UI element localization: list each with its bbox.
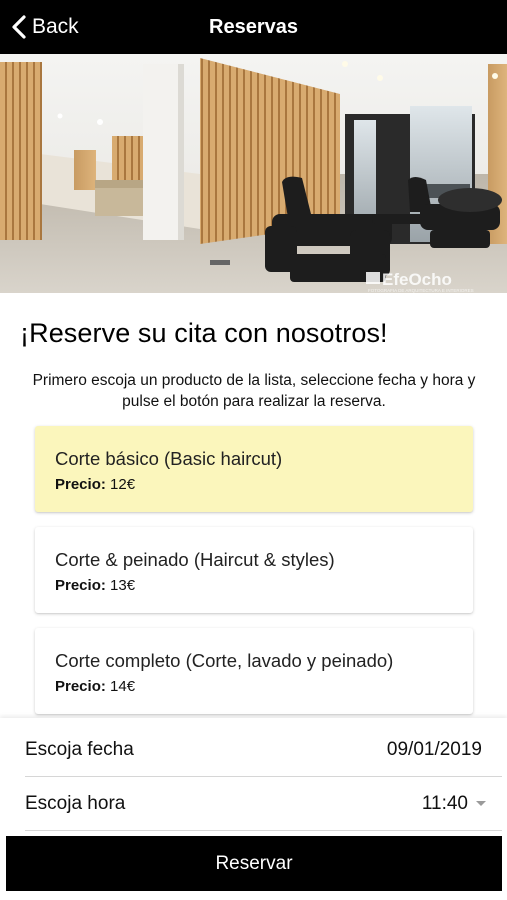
date-label: Escoja fecha [25,739,134,760]
intro-text: Primero escoja un producto de la lista, … [32,372,476,410]
time-select[interactable]: Escoja hora 11:40 [25,777,502,831]
time-value: 11:40 [421,793,468,814]
chevron-left-icon [12,15,26,39]
product-price: Precio: 14€ [55,678,135,695]
date-value: 09/01/2019 [386,739,482,760]
date-picker[interactable]: Escoja fecha 09/01/2019 [25,723,502,777]
hero-image: EfeOcho FOTOGRAFIA DE ARQUITECTURA E INT… [0,54,507,293]
product-card-basic-haircut[interactable]: Corte básico (Basic haircut) Precio: 12€ [35,426,473,512]
back-button[interactable]: Back [10,0,79,54]
dropdown-caret-icon [476,801,486,806]
price-label: Precio: [55,476,106,493]
product-name: Corte & peinado (Haircut & styles) [55,549,335,570]
back-label: Back [32,15,79,38]
product-card-complete-haircut[interactable]: Corte completo (Corte, lavado y peinado)… [35,628,473,714]
product-name: Corte básico (Basic haircut) [55,448,283,469]
product-name: Corte completo (Corte, lavado y peinado) [55,650,394,671]
product-card-haircut-styles[interactable]: Corte & peinado (Haircut & styles) Preci… [35,527,473,613]
hero-watermark-subtitle: FOTOGRAFIA DE ARQUITECTURA E INTERIORES [368,288,474,293]
time-label: Escoja hora [25,793,126,814]
price-label: Precio: [55,577,106,594]
product-price: Precio: 12€ [55,476,135,493]
navigation-bar: Back Reservas [0,0,507,54]
hero-watermark: EfeOcho [382,270,452,289]
price-label: Precio: [55,678,106,695]
product-list: Corte básico (Basic haircut) Precio: 12€… [35,426,473,729]
price-value: 12€ [110,476,136,493]
product-price: Precio: 13€ [55,577,135,594]
headline: ¡Reserve su cita con nosotros! [20,318,388,348]
reserve-button[interactable]: Reservar [6,836,502,891]
price-value: 13€ [110,577,136,594]
price-value: 14€ [110,678,136,695]
